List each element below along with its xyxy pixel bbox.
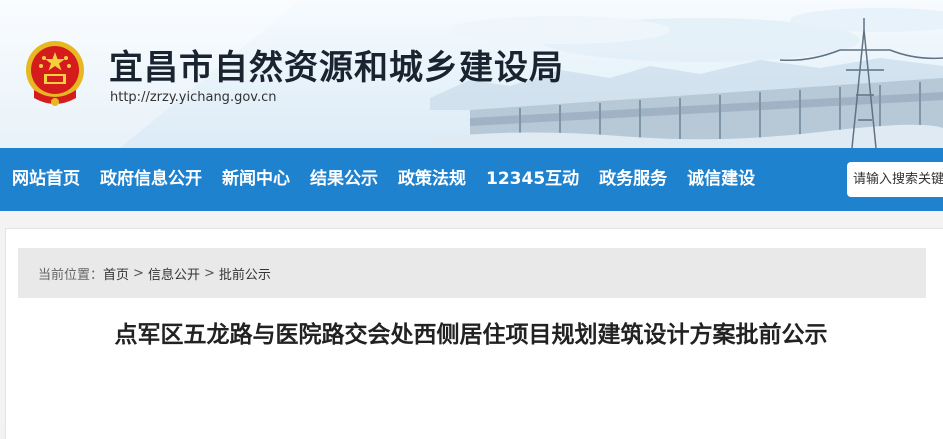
breadcrumb: 当前位置： 首页 > 信息公开 > 批前公示 [18,248,926,298]
national-emblem-icon [26,41,84,106]
breadcrumb-item-info[interactable]: 信息公开 [148,264,200,283]
site-title: 宜昌市自然资源和城乡建设局 [109,48,564,88]
nav-item-news[interactable]: 新闻中心 [222,148,290,211]
search-input[interactable] [847,162,943,197]
nav-item-services[interactable]: 政务服务 [599,148,667,211]
breadcrumb-prefix: 当前位置： [38,267,104,283]
article-title: 点军区五龙路与医院路交会处西侧居住项目规划建筑设计方案批前公示 [114,322,828,348]
nav-item-gov-info[interactable]: 政府信息公开 [100,148,202,211]
nav-item-policies[interactable]: 政策法规 [398,148,466,211]
breadcrumb-item-pre-approval[interactable]: 批前公示 [219,264,271,283]
breadcrumb-separator: > [203,265,215,281]
breadcrumb-separator: > [133,265,144,281]
nav-item-12345[interactable]: 12345互动 [486,148,579,211]
breadcrumb-item-home[interactable]: 首页 [103,264,129,283]
nav-item-home[interactable]: 网站首页 [12,148,80,211]
nav-items: 网站首页 政府信息公开 新闻中心 结果公示 政策法规 12345互动 政务服务 … [0,148,755,211]
nav-item-results[interactable]: 结果公示 [310,148,378,211]
nav-item-credit[interactable]: 诚信建设 [687,148,755,211]
site-header: 宜昌市自然资源和城乡建设局 http://zrzy.yichang.gov.cn [0,0,943,148]
site-url[interactable]: http://zrzy.yichang.gov.cn [110,90,276,105]
main-navigation: 网站首页 政府信息公开 新闻中心 结果公示 政策法规 12345互动 政务服务 … [0,148,943,211]
